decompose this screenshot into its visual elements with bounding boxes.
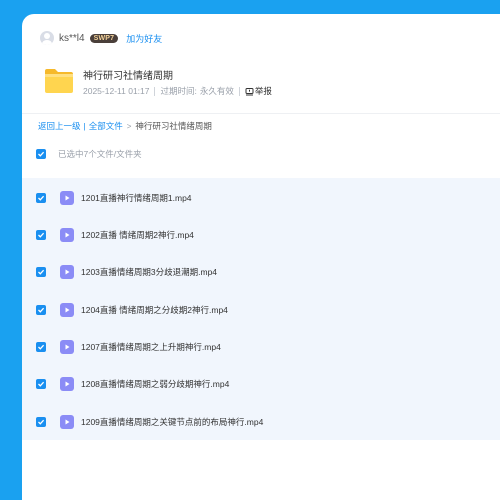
file-name[interactable]: 1202直播 情绪周期2神行.mp4 xyxy=(81,229,194,241)
file-row[interactable]: 1209直播情绪周期之关键节点前的布局神行.mp4 xyxy=(22,404,500,440)
breadcrumb: 返回上一级 | 全部文件 > 神行研习社情绪周期 xyxy=(38,120,212,132)
file-checkbox[interactable] xyxy=(36,230,46,240)
share-title: 神行研习社情绪周期 xyxy=(83,71,173,82)
divider xyxy=(238,86,240,96)
file-checkbox[interactable] xyxy=(36,305,46,315)
current-folder: 神行研习社情绪周期 xyxy=(135,121,212,131)
share-card: ks**l4 SWP7 加为好友 神行研习社情绪周期 2025-12-11 01… xyxy=(22,14,500,500)
folder-icon xyxy=(45,69,73,93)
file-row[interactable]: 1204直播 情绪周期之分歧期2神行.mp4 xyxy=(22,292,500,328)
all-files-link[interactable]: 全部文件 xyxy=(89,120,123,132)
file-checkbox[interactable] xyxy=(36,417,46,427)
video-file-icon xyxy=(60,228,74,242)
check-icon xyxy=(38,344,45,350)
file-name[interactable]: 1207直播情绪周期之上升期神行.mp4 xyxy=(81,341,221,353)
check-icon xyxy=(38,307,45,313)
user-row: ks**l4 SWP7 加为好友 xyxy=(40,30,162,46)
file-row[interactable]: 1207直播情绪周期之上升期神行.mp4 xyxy=(22,329,500,365)
check-icon xyxy=(38,269,45,275)
expiry-label: 过期时间: xyxy=(160,86,197,96)
crumb-separator: | xyxy=(83,121,86,131)
file-name[interactable]: 1208直播情绪周期之弱分歧期神行.mp4 xyxy=(81,378,229,390)
divider xyxy=(22,113,500,114)
add-friend-link[interactable]: 加为好友 xyxy=(126,32,162,45)
file-row[interactable]: 1201直播神行情绪周期1.mp4 xyxy=(22,180,500,216)
video-file-icon xyxy=(60,265,74,279)
check-icon xyxy=(38,151,45,157)
select-all-row: 已选中7个文件/文件夹 xyxy=(36,146,142,162)
report-label: 举报 xyxy=(254,86,272,96)
username[interactable]: ks**l4 xyxy=(59,33,85,44)
file-name[interactable]: 1209直播情绪周期之关键节点前的布局神行.mp4 xyxy=(81,416,263,428)
divider xyxy=(154,86,156,96)
video-file-icon xyxy=(60,340,74,354)
video-file-icon xyxy=(60,303,74,317)
vip-badge: SWP7 xyxy=(89,33,119,43)
file-checkbox[interactable] xyxy=(36,267,46,277)
file-checkbox[interactable] xyxy=(36,193,46,203)
check-icon xyxy=(38,419,45,425)
file-name[interactable]: 1204直播 情绪周期之分歧期2神行.mp4 xyxy=(81,304,228,316)
file-row[interactable]: 1202直播 情绪周期2神行.mp4 xyxy=(22,217,500,253)
select-all-checkbox[interactable] xyxy=(36,149,46,159)
file-row[interactable]: 1208直播情绪周期之弱分歧期神行.mp4 xyxy=(22,366,500,402)
file-name[interactable]: 1201直播神行情绪周期1.mp4 xyxy=(81,192,192,204)
report-icon xyxy=(245,87,254,95)
share-meta: 2025-12-11 01:17 过期时间: 永久有效 举报 xyxy=(83,85,272,97)
file-checkbox[interactable] xyxy=(36,342,46,352)
back-link[interactable]: 返回上一级 xyxy=(38,120,81,132)
report-button[interactable]: 举报 xyxy=(245,85,272,97)
share-date: 2025-12-11 01:17 xyxy=(83,86,150,96)
file-name[interactable]: 1203直播情绪周期3分歧退潮期.mp4 xyxy=(81,266,217,278)
check-icon xyxy=(38,195,45,201)
file-row[interactable]: 1203直播情绪周期3分歧退潮期.mp4 xyxy=(22,254,500,290)
file-list: 1201直播神行情绪周期1.mp4 1202直播 情绪周期2神行.mp4 120… xyxy=(22,178,500,440)
video-file-icon xyxy=(60,415,74,429)
expiry-value: 永久有效 xyxy=(199,86,234,96)
chevron-right-icon: > xyxy=(126,121,132,131)
selection-summary: 已选中7个文件/文件夹 xyxy=(58,149,142,159)
avatar[interactable] xyxy=(40,31,54,45)
file-checkbox[interactable] xyxy=(36,379,46,389)
video-file-icon xyxy=(60,191,74,205)
check-icon xyxy=(38,381,45,387)
video-file-icon xyxy=(60,377,74,391)
check-icon xyxy=(38,232,45,238)
